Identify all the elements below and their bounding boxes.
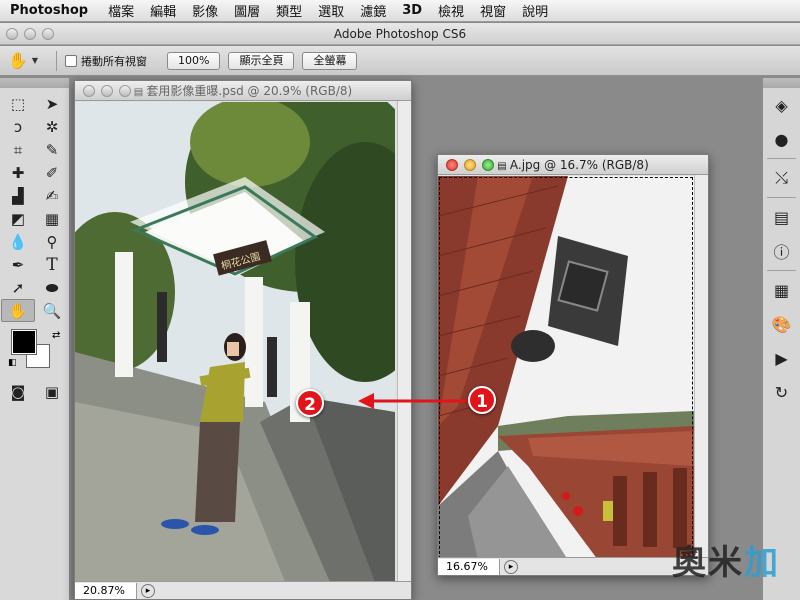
annotation-marker-2: 2 bbox=[296, 389, 324, 417]
watermark-logo: 奧米加 bbox=[672, 543, 780, 583]
drag-arrow bbox=[358, 393, 470, 409]
annotation-marker-1: 1 bbox=[468, 386, 496, 414]
